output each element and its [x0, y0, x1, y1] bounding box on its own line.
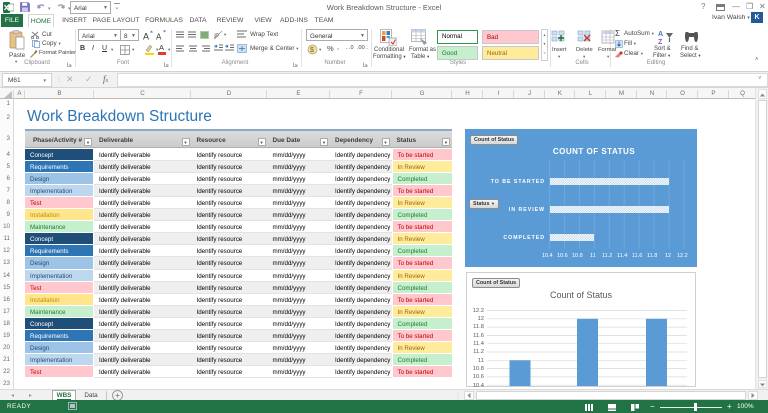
svg-text:Z: Z: [658, 39, 663, 45]
svg-text:A: A: [658, 31, 663, 38]
svg-text:$: $: [310, 47, 314, 54]
svg-text:A: A: [156, 33, 162, 42]
svg-text:A: A: [143, 32, 149, 42]
